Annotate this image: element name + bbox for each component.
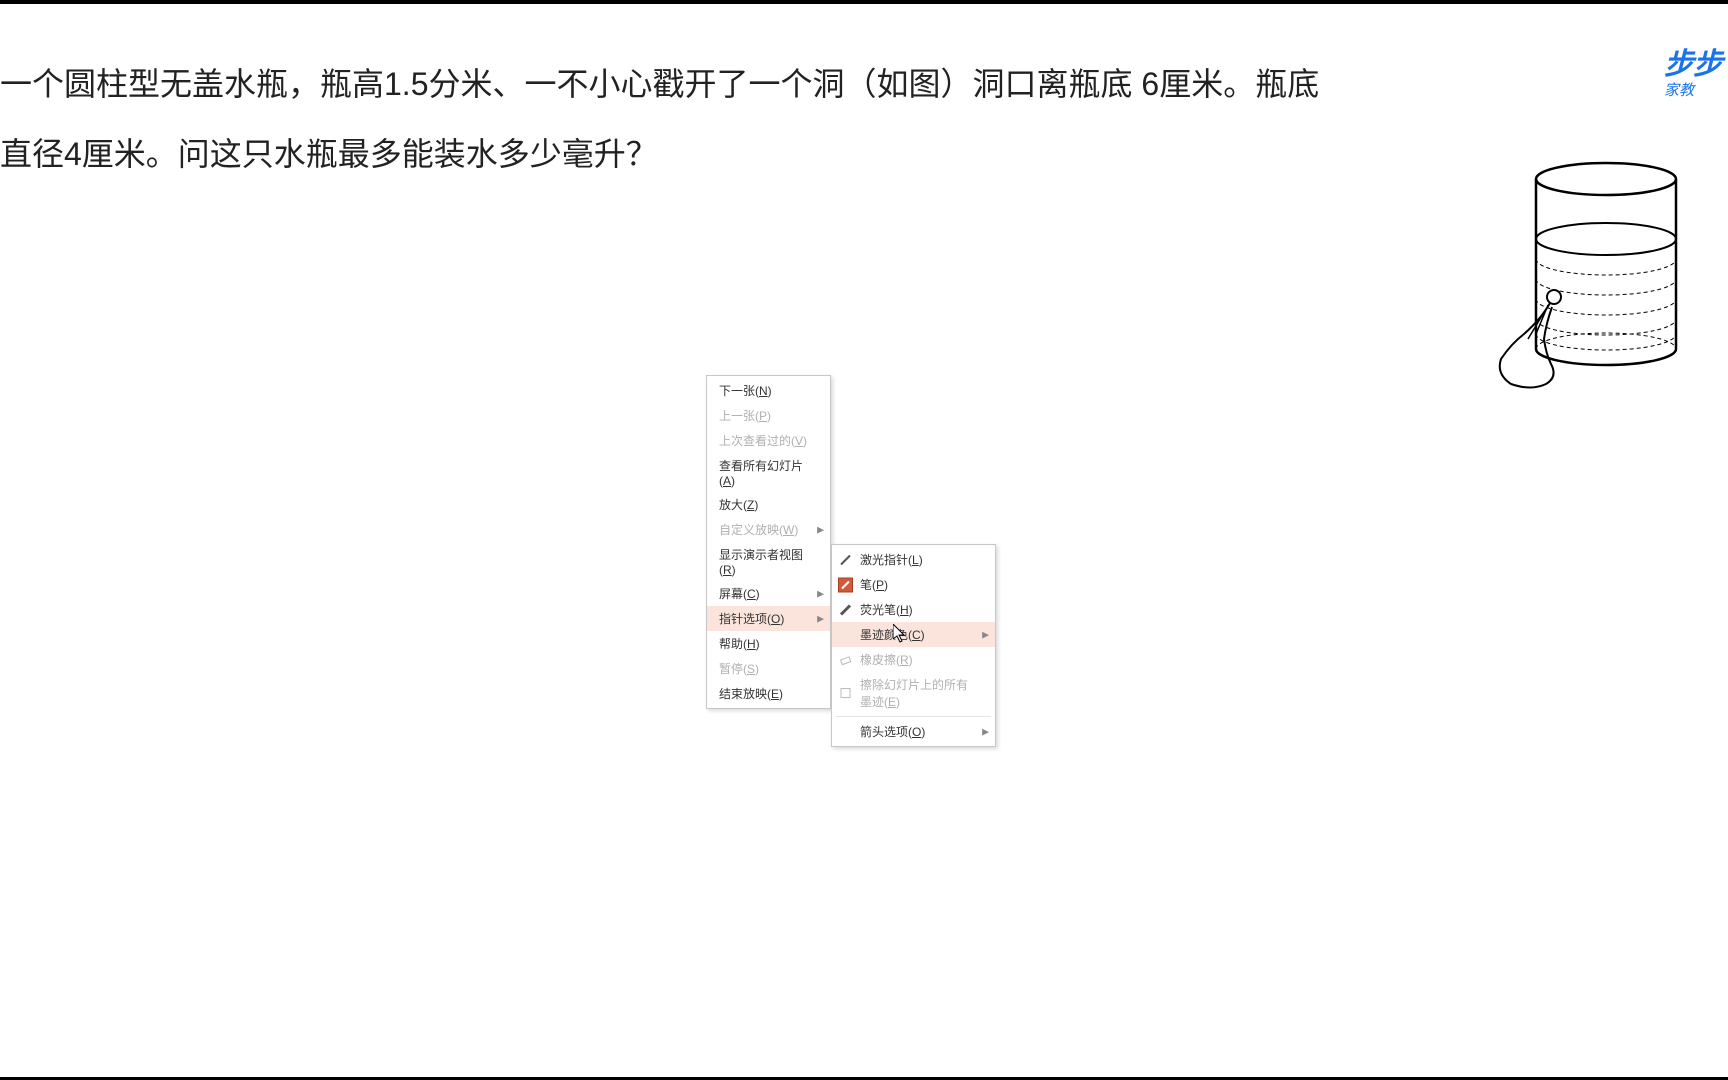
submenu-highlighter[interactable]: 荧光笔(H) [832, 597, 995, 622]
menu-custom-show: 自定义放映(W)▶ [707, 517, 830, 542]
chevron-right-icon: ▶ [817, 613, 824, 624]
submenu-erase-all-ink: 擦除幻灯片上的所有墨迹(E) [832, 672, 995, 714]
pointer-submenu[interactable]: 激光指针(L) 笔(P) 荧光笔(H) 墨迹颜色(C) ▶ 橡皮擦(R) 擦除幻… [831, 544, 996, 747]
question-text: 一个圆柱型无盖水瓶，瓶高1.5分米、一不小心戳开了一个洞（如图）洞口离瓶底 6厘… [0, 49, 1340, 190]
submenu-arrow-options[interactable]: 箭头选项(O) ▶ [832, 719, 995, 744]
menu-see-all-slides[interactable]: 查看所有幻灯片(A) [707, 453, 830, 492]
submenu-laser-pointer[interactable]: 激光指针(L) [832, 547, 995, 572]
logo-main-text: 步步 [1664, 39, 1728, 83]
menu-next-slide[interactable]: 下一张(N) [707, 378, 830, 403]
chevron-right-icon: ▶ [817, 524, 824, 535]
cylinder-illustration [1496, 159, 1696, 409]
submenu-eraser: 橡皮擦(R) [832, 647, 995, 672]
brand-logo: 步步 家教 [1664, 39, 1728, 100]
eraser-icon [838, 652, 853, 667]
menu-zoom-in[interactable]: 放大(Z) [707, 492, 830, 517]
pen-icon [838, 577, 853, 592]
menu-last-viewed: 上次查看过的(V) [707, 428, 830, 453]
highlighter-icon [838, 602, 853, 617]
menu-separator [836, 716, 991, 717]
laser-icon [838, 552, 853, 567]
menu-presenter-view[interactable]: 显示演示者视图(R) [707, 542, 830, 581]
submenu-pen[interactable]: 笔(P) [832, 572, 995, 597]
erase-all-icon [838, 686, 853, 701]
menu-prev-slide: 上一张(P) [707, 403, 830, 428]
menu-end-show[interactable]: 结束放映(E) [707, 681, 830, 706]
chevron-right-icon: ▶ [982, 726, 989, 737]
menu-pointer-options[interactable]: 指针选项(O)▶ [707, 606, 830, 631]
chevron-right-icon: ▶ [982, 629, 989, 640]
submenu-ink-color[interactable]: 墨迹颜色(C) ▶ [832, 622, 995, 647]
mouse-cursor [893, 624, 909, 644]
chevron-right-icon: ▶ [817, 588, 824, 599]
menu-pause: 暂停(S) [707, 656, 830, 681]
menu-help[interactable]: 帮助(H) [707, 631, 830, 656]
question-line1: 一个圆柱型无盖水瓶，瓶高1.5分米、一不小心戳开了一个洞（如图）洞口离瓶底 [0, 66, 1133, 102]
menu-screen[interactable]: 屏幕(C)▶ [707, 581, 830, 606]
context-menu[interactable]: 下一张(N) 上一张(P) 上次查看过的(V) 查看所有幻灯片(A) 放大(Z)… [706, 375, 831, 709]
